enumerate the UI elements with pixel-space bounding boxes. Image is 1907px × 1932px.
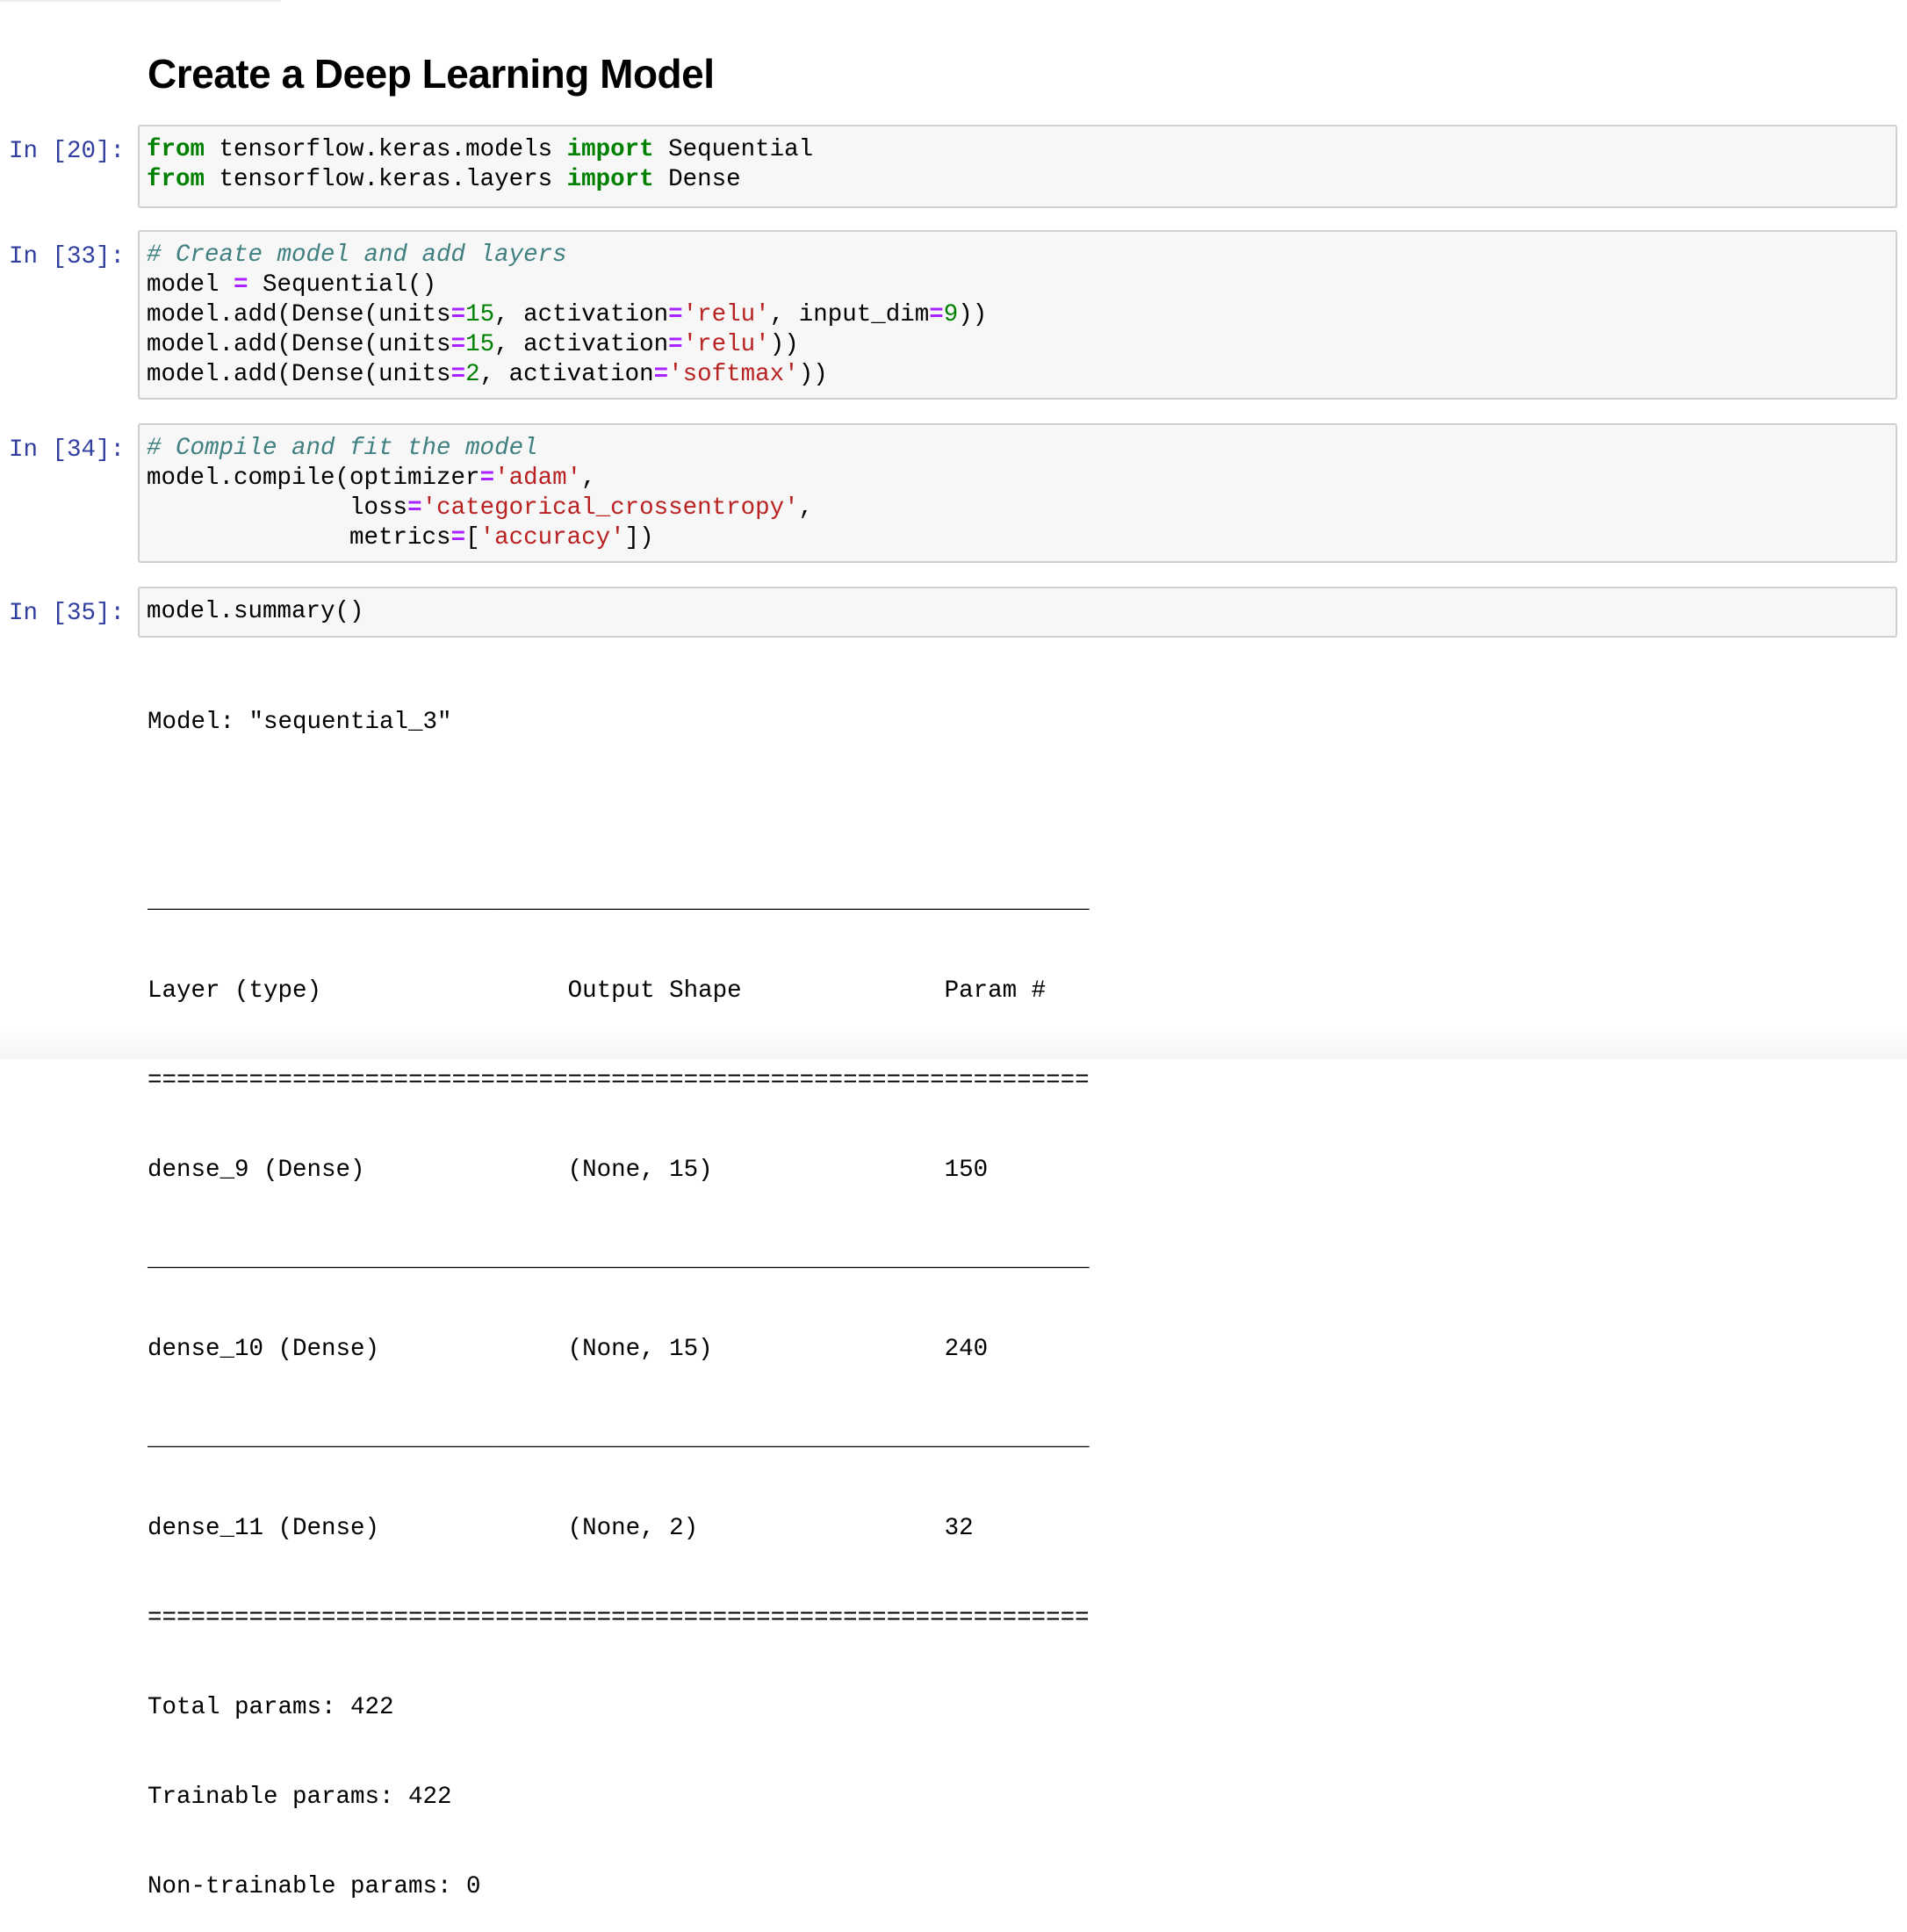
operator-token: = bbox=[407, 494, 422, 522]
code-line: from tensorflow.keras.layers import Dens… bbox=[147, 165, 1896, 195]
code-line: from tensorflow.keras.models import Sequ… bbox=[147, 135, 1896, 165]
comment-token: # Compile and fit the model bbox=[147, 435, 538, 462]
cell-output: Model: "sequential_3" __________________… bbox=[148, 648, 1090, 1932]
code-token: )) bbox=[798, 361, 828, 388]
code-line: model.add(Dense(units=15, activation='re… bbox=[147, 300, 1896, 330]
cell-prompt: In [33]: bbox=[9, 243, 126, 270]
top-divider bbox=[0, 0, 281, 2]
code-token: [ bbox=[465, 524, 480, 551]
total-params: Total params: 422 bbox=[148, 1694, 394, 1721]
code-line: model.compile(optimizer='adam', bbox=[147, 464, 1896, 494]
code-line: model.add(Dense(units=15, activation='re… bbox=[147, 330, 1896, 360]
string-token: 'relu' bbox=[682, 331, 770, 358]
comment-token: # Create model and add layers bbox=[147, 242, 567, 269]
operator-token: = bbox=[450, 361, 466, 388]
string-token: 'softmax' bbox=[668, 361, 799, 388]
code-token: model bbox=[147, 271, 234, 299]
code-token: Sequential() bbox=[248, 271, 437, 299]
cell-prompt: In [20]: bbox=[9, 138, 126, 165]
string-token: 'adam' bbox=[494, 465, 582, 492]
keyword-token: from bbox=[147, 166, 205, 193]
code-token: , activation bbox=[494, 331, 669, 358]
rule-line: ________________________________________… bbox=[148, 888, 1090, 915]
string-token: 'relu' bbox=[682, 301, 770, 328]
rule-line: ________________________________________… bbox=[148, 1425, 1090, 1453]
summary-row: dense_9 (Dense) (None, 15) 150 bbox=[148, 1157, 989, 1184]
code-token: model.summary() bbox=[147, 598, 364, 625]
operator-token: = bbox=[450, 331, 466, 358]
output-blank-line bbox=[148, 797, 1090, 827]
code-token: Dense bbox=[653, 166, 741, 193]
code-line: loss='categorical_crossentropy', bbox=[147, 494, 1896, 523]
code-line: # Create model and add layers bbox=[147, 241, 1896, 270]
code-token: )) bbox=[769, 331, 799, 358]
code-token: loss bbox=[147, 494, 408, 522]
cell-prompt: In [35]: bbox=[9, 600, 126, 627]
code-editor[interactable]: # Create model and add layers model = Seq… bbox=[138, 230, 1897, 400]
model-title: Model: "sequential_3" bbox=[148, 709, 452, 736]
section-heading: Create a Deep Learning Model bbox=[148, 51, 715, 97]
trainable-params: Trainable params: 422 bbox=[148, 1784, 452, 1811]
code-token: , bbox=[798, 494, 814, 522]
code-token: )) bbox=[958, 301, 988, 328]
operator-token: = bbox=[653, 361, 669, 388]
string-token: 'categorical_crossentropy' bbox=[421, 494, 799, 522]
code-token: tensorflow.keras.layers bbox=[205, 166, 567, 193]
code-token: tensorflow.keras.models bbox=[205, 136, 567, 163]
summary-row: dense_10 (Dense) (None, 15) 240 bbox=[148, 1336, 989, 1363]
summary-header: Layer (type) Output Shape Param # bbox=[148, 977, 1047, 1005]
code-token: model.add(Dense(units bbox=[147, 331, 451, 358]
code-line: # Compile and fit the model bbox=[147, 434, 1896, 464]
code-token: , activation bbox=[494, 301, 669, 328]
number-token: 2 bbox=[465, 361, 480, 388]
code-token: model.compile(optimizer bbox=[147, 465, 480, 492]
code-token: , bbox=[581, 465, 596, 492]
code-token: ]) bbox=[624, 524, 654, 551]
code-editor[interactable]: # Compile and fit the model model.compile… bbox=[138, 423, 1897, 563]
number-token: 9 bbox=[943, 301, 959, 328]
code-token: , activation bbox=[479, 361, 654, 388]
code-line: model.summary() bbox=[147, 597, 1896, 627]
code-token: metrics bbox=[147, 524, 451, 551]
number-token: 15 bbox=[465, 301, 495, 328]
keyword-token: from bbox=[147, 136, 205, 163]
code-token: Sequential bbox=[653, 136, 814, 163]
operator-token: = bbox=[668, 331, 683, 358]
code-token: model.add(Dense(units bbox=[147, 301, 451, 328]
operator-token: = bbox=[450, 524, 466, 551]
bottom-fade bbox=[0, 1029, 1907, 1059]
operator-token: = bbox=[234, 271, 248, 299]
non-trainable-params: Non-trainable params: 0 bbox=[148, 1873, 481, 1900]
code-line: metrics=['accuracy']) bbox=[147, 523, 1896, 553]
code-editor[interactable]: model.summary() bbox=[138, 587, 1897, 638]
cell-prompt: In [34]: bbox=[9, 436, 126, 464]
code-editor[interactable]: from tensorflow.keras.models import Sequ… bbox=[138, 125, 1897, 208]
code-line: model.add(Dense(units=2, activation='sof… bbox=[147, 360, 1896, 390]
string-token: 'accuracy' bbox=[479, 524, 625, 551]
operator-token: = bbox=[929, 301, 944, 328]
code-token: model.add(Dense(units bbox=[147, 361, 451, 388]
keyword-token: import bbox=[566, 166, 654, 193]
keyword-token: import bbox=[566, 136, 654, 163]
operator-token: = bbox=[450, 301, 466, 328]
operator-token: = bbox=[668, 301, 683, 328]
summary-row: dense_11 (Dense) (None, 2) 32 bbox=[148, 1515, 974, 1542]
number-token: 15 bbox=[465, 331, 495, 358]
operator-token: = bbox=[479, 465, 495, 492]
rule-line: ________________________________________… bbox=[148, 1246, 1090, 1273]
double-rule: ========================================… bbox=[148, 1067, 1090, 1094]
code-token: , input_dim bbox=[769, 301, 930, 328]
code-line: model = Sequential() bbox=[147, 270, 1896, 300]
double-rule: ========================================… bbox=[148, 1604, 1090, 1632]
